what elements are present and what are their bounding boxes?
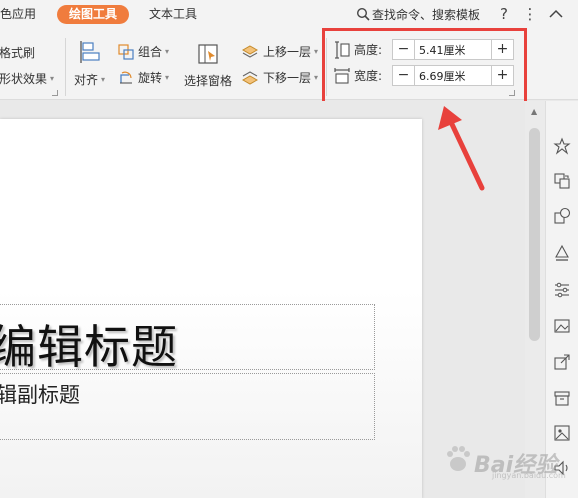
dialog-launcher-icon[interactable] xyxy=(52,90,58,96)
shape-icon[interactable] xyxy=(553,207,571,225)
selection-pane-icon[interactable] xyxy=(197,43,219,65)
chevron-down-icon: ▾ xyxy=(50,74,55,83)
align-icon[interactable] xyxy=(79,40,101,64)
command-search-label: 查找命令、搜索模板 xyxy=(372,7,481,22)
chevron-down-icon: ▾ xyxy=(165,47,170,56)
help-icon[interactable]: ? xyxy=(496,5,512,23)
chevron-down-icon: ▾ xyxy=(314,47,319,56)
subtitle-placeholder[interactable]: 辑副标题 xyxy=(0,373,375,440)
right-side-panel xyxy=(545,101,578,498)
group-label: 组合 xyxy=(138,45,163,59)
menu-bar: 特色应用 绘图工具 文本工具 查找命令、搜索模板 ? ⋮ xyxy=(0,0,578,28)
chevron-down-icon: ▾ xyxy=(165,73,170,82)
fill-icon[interactable] xyxy=(553,244,571,262)
watermark-url: jingyan.baidu.com xyxy=(492,471,566,480)
bring-forward-button[interactable]: 上移一层 ▾ xyxy=(241,43,318,60)
archive-icon[interactable] xyxy=(553,389,571,407)
rotate-label: 旋转 xyxy=(138,71,163,85)
chevron-down-icon: ▾ xyxy=(314,73,319,82)
tab-special-apps[interactable]: 特色应用 xyxy=(0,6,36,23)
baidu-watermark: Bai经验 jingyan.baidu.com xyxy=(444,444,566,484)
chevron-down-icon: ▾ xyxy=(101,75,106,84)
pin-icon[interactable] xyxy=(553,137,571,155)
share-icon[interactable] xyxy=(553,353,571,371)
group-button[interactable]: 组合 ▾ xyxy=(118,43,169,60)
group-icon xyxy=(118,43,134,60)
title-placeholder[interactable]: 编辑标题 xyxy=(0,304,375,374)
shape-effects-label: 形状效果 xyxy=(0,72,48,86)
slide[interactable]: 编辑标题 辑副标题 xyxy=(0,119,422,498)
collapse-ribbon-icon[interactable] xyxy=(548,5,564,23)
selection-pane-button[interactable]: 选择窗格 xyxy=(184,72,232,89)
bring-forward-label: 上移一层 xyxy=(263,45,312,59)
more-icon[interactable]: ⋮ xyxy=(522,5,538,23)
send-backward-icon xyxy=(241,70,259,85)
picture-icon[interactable] xyxy=(553,317,571,335)
align-button[interactable]: 对齐 ▾ xyxy=(74,71,105,88)
rotate-icon xyxy=(120,71,132,84)
bring-forward-icon xyxy=(241,44,259,58)
red-arrow-annotation xyxy=(438,106,485,191)
align-label: 对齐 xyxy=(74,73,99,87)
search-icon xyxy=(356,7,370,21)
replace-icon[interactable] xyxy=(553,172,571,190)
size-highlight-box xyxy=(322,28,527,110)
image-icon[interactable] xyxy=(553,424,571,442)
tab-text-tools[interactable]: 文本工具 xyxy=(149,6,197,23)
format-painter-button[interactable]: 格式刷 xyxy=(0,44,35,61)
tab-drawing-tools[interactable]: 绘图工具 xyxy=(57,5,129,24)
baidu-paw-logo xyxy=(447,446,470,471)
scroll-thumb[interactable] xyxy=(529,128,540,341)
group-divider xyxy=(65,38,66,96)
send-backward-label: 下移一层 xyxy=(263,71,312,85)
slide-title: 编辑标题 xyxy=(0,320,178,374)
rotate-button[interactable]: 旋转 ▾ xyxy=(118,69,169,86)
send-backward-button[interactable]: 下移一层 ▾ xyxy=(241,69,318,86)
shape-effects-button[interactable]: 形状效果 ▾ xyxy=(0,70,54,87)
scroll-up-icon[interactable]: ▲ xyxy=(531,107,537,116)
properties-icon[interactable] xyxy=(553,281,571,299)
vertical-scrollbar[interactable]: ▲ xyxy=(525,101,545,498)
slide-subtitle: 辑副标题 xyxy=(0,383,80,407)
selection-pane-label: 选择窗格 xyxy=(184,74,233,88)
format-painter-label: 格式刷 xyxy=(0,46,36,60)
command-search[interactable]: 查找命令、搜索模板 xyxy=(356,5,480,23)
